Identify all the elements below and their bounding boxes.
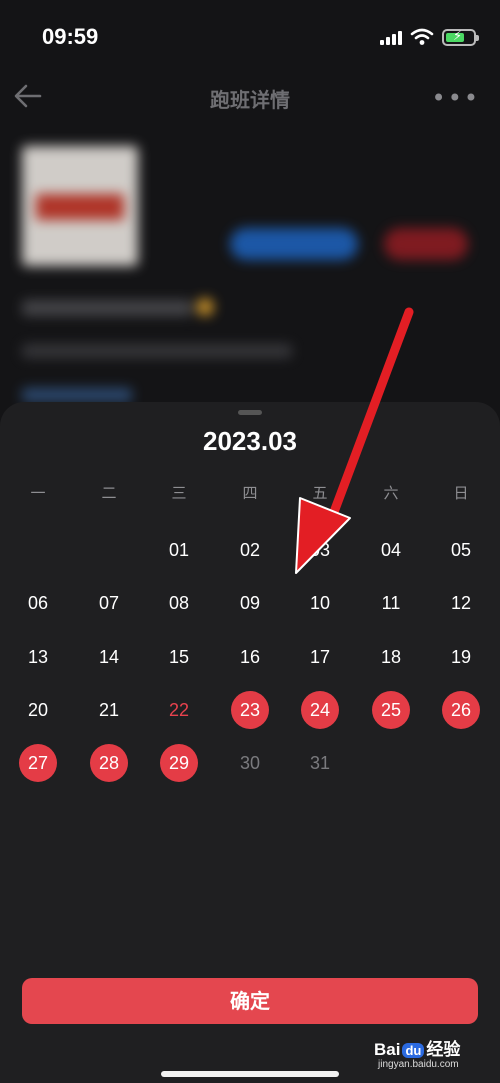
more-options-icon[interactable]: •••: [432, 84, 480, 112]
watermark-url: jingyan.baidu.com: [378, 1059, 459, 1070]
status-time: 09:59: [42, 24, 99, 49]
baidu-jingyan-watermark: Bai du 经验 jingyan.baidu.com: [374, 1033, 492, 1075]
calendar-day-20[interactable]: 20: [19, 691, 57, 729]
calendar-day-04[interactable]: 04: [372, 531, 410, 569]
calendar-day-07[interactable]: 07: [90, 584, 128, 622]
blurred-text-line: [22, 344, 292, 358]
calendar-day-23[interactable]: 23: [231, 691, 269, 729]
calendar-day-09[interactable]: 09: [231, 584, 269, 622]
calendar-day-26[interactable]: 26: [442, 691, 480, 729]
calendar-day-21[interactable]: 21: [90, 691, 128, 729]
calendar-day-12[interactable]: 12: [442, 584, 480, 622]
status-bar: 09:59 ⚡: [0, 0, 500, 80]
nav-header: 跑班详情 •••: [0, 70, 500, 126]
calendar-day-31: 31: [309, 753, 331, 773]
calendar-day-01[interactable]: 01: [160, 531, 198, 569]
watermark-brand: Bai du 经验: [374, 1040, 461, 1059]
calendar-day-grid: 01 02 03 04 05 06 07 08 09 10 11 12 13 14 15 16 17 18 19 20…: [0, 402, 500, 902]
calendar-day-15[interactable]: 15: [160, 638, 198, 676]
calendar-day-02[interactable]: 02: [231, 531, 269, 569]
calendar-day-14[interactable]: 14: [90, 638, 128, 676]
status-icons: ⚡: [380, 28, 479, 46]
calendar-day-17[interactable]: 17: [301, 638, 339, 676]
calendar-day-19[interactable]: 19: [442, 638, 480, 676]
wifi-icon: [410, 28, 434, 45]
cellular-signal-icon: [380, 29, 402, 45]
battery-icon: ⚡: [442, 28, 479, 46]
calendar-day-28[interactable]: 28: [90, 744, 128, 782]
blurred-title-line: [22, 300, 192, 316]
calendar-day-18[interactable]: 18: [372, 638, 410, 676]
calendar-day-06[interactable]: 06: [19, 584, 57, 622]
blurred-blue-button: [230, 228, 358, 260]
date-picker-sheet: 2023.03 一二三四五六日 01 02 03 04 05 06 07 08 09 10 11 12…: [0, 402, 500, 1083]
calendar-day-03[interactable]: 03: [301, 531, 339, 569]
blurred-red-button: [384, 228, 468, 260]
confirm-button[interactable]: 确定: [22, 978, 478, 1024]
page-title: 跑班详情: [210, 88, 290, 112]
calendar-day-11[interactable]: 11: [372, 584, 410, 622]
calendar-day-27[interactable]: 27: [19, 744, 57, 782]
calendar-day-13[interactable]: 13: [19, 638, 57, 676]
calendar-day-16[interactable]: 16: [231, 638, 269, 676]
calendar-day-05[interactable]: 05: [442, 531, 480, 569]
calendar-day-25[interactable]: 25: [372, 691, 410, 729]
home-indicator: [161, 1071, 339, 1077]
app-screen: 09:59 ⚡ 跑班详情 ••• 2023.03 一 二 三 四 五 六 日 0…: [0, 0, 500, 1083]
course-thumbnail: [22, 146, 138, 266]
blurred-badge-icon: [196, 298, 214, 316]
calendar-day-24[interactable]: 24: [301, 691, 339, 729]
calendar-day-22[interactable]: 22: [160, 691, 198, 729]
blurred-tag-line: [22, 388, 132, 402]
calendar-day-29[interactable]: 29: [160, 744, 198, 782]
calendar-day-10[interactable]: 10: [301, 584, 339, 622]
calendar-day-30: 30: [239, 753, 261, 773]
blurred-detail-content: [0, 130, 500, 420]
calendar-day-08[interactable]: 08: [160, 584, 198, 622]
